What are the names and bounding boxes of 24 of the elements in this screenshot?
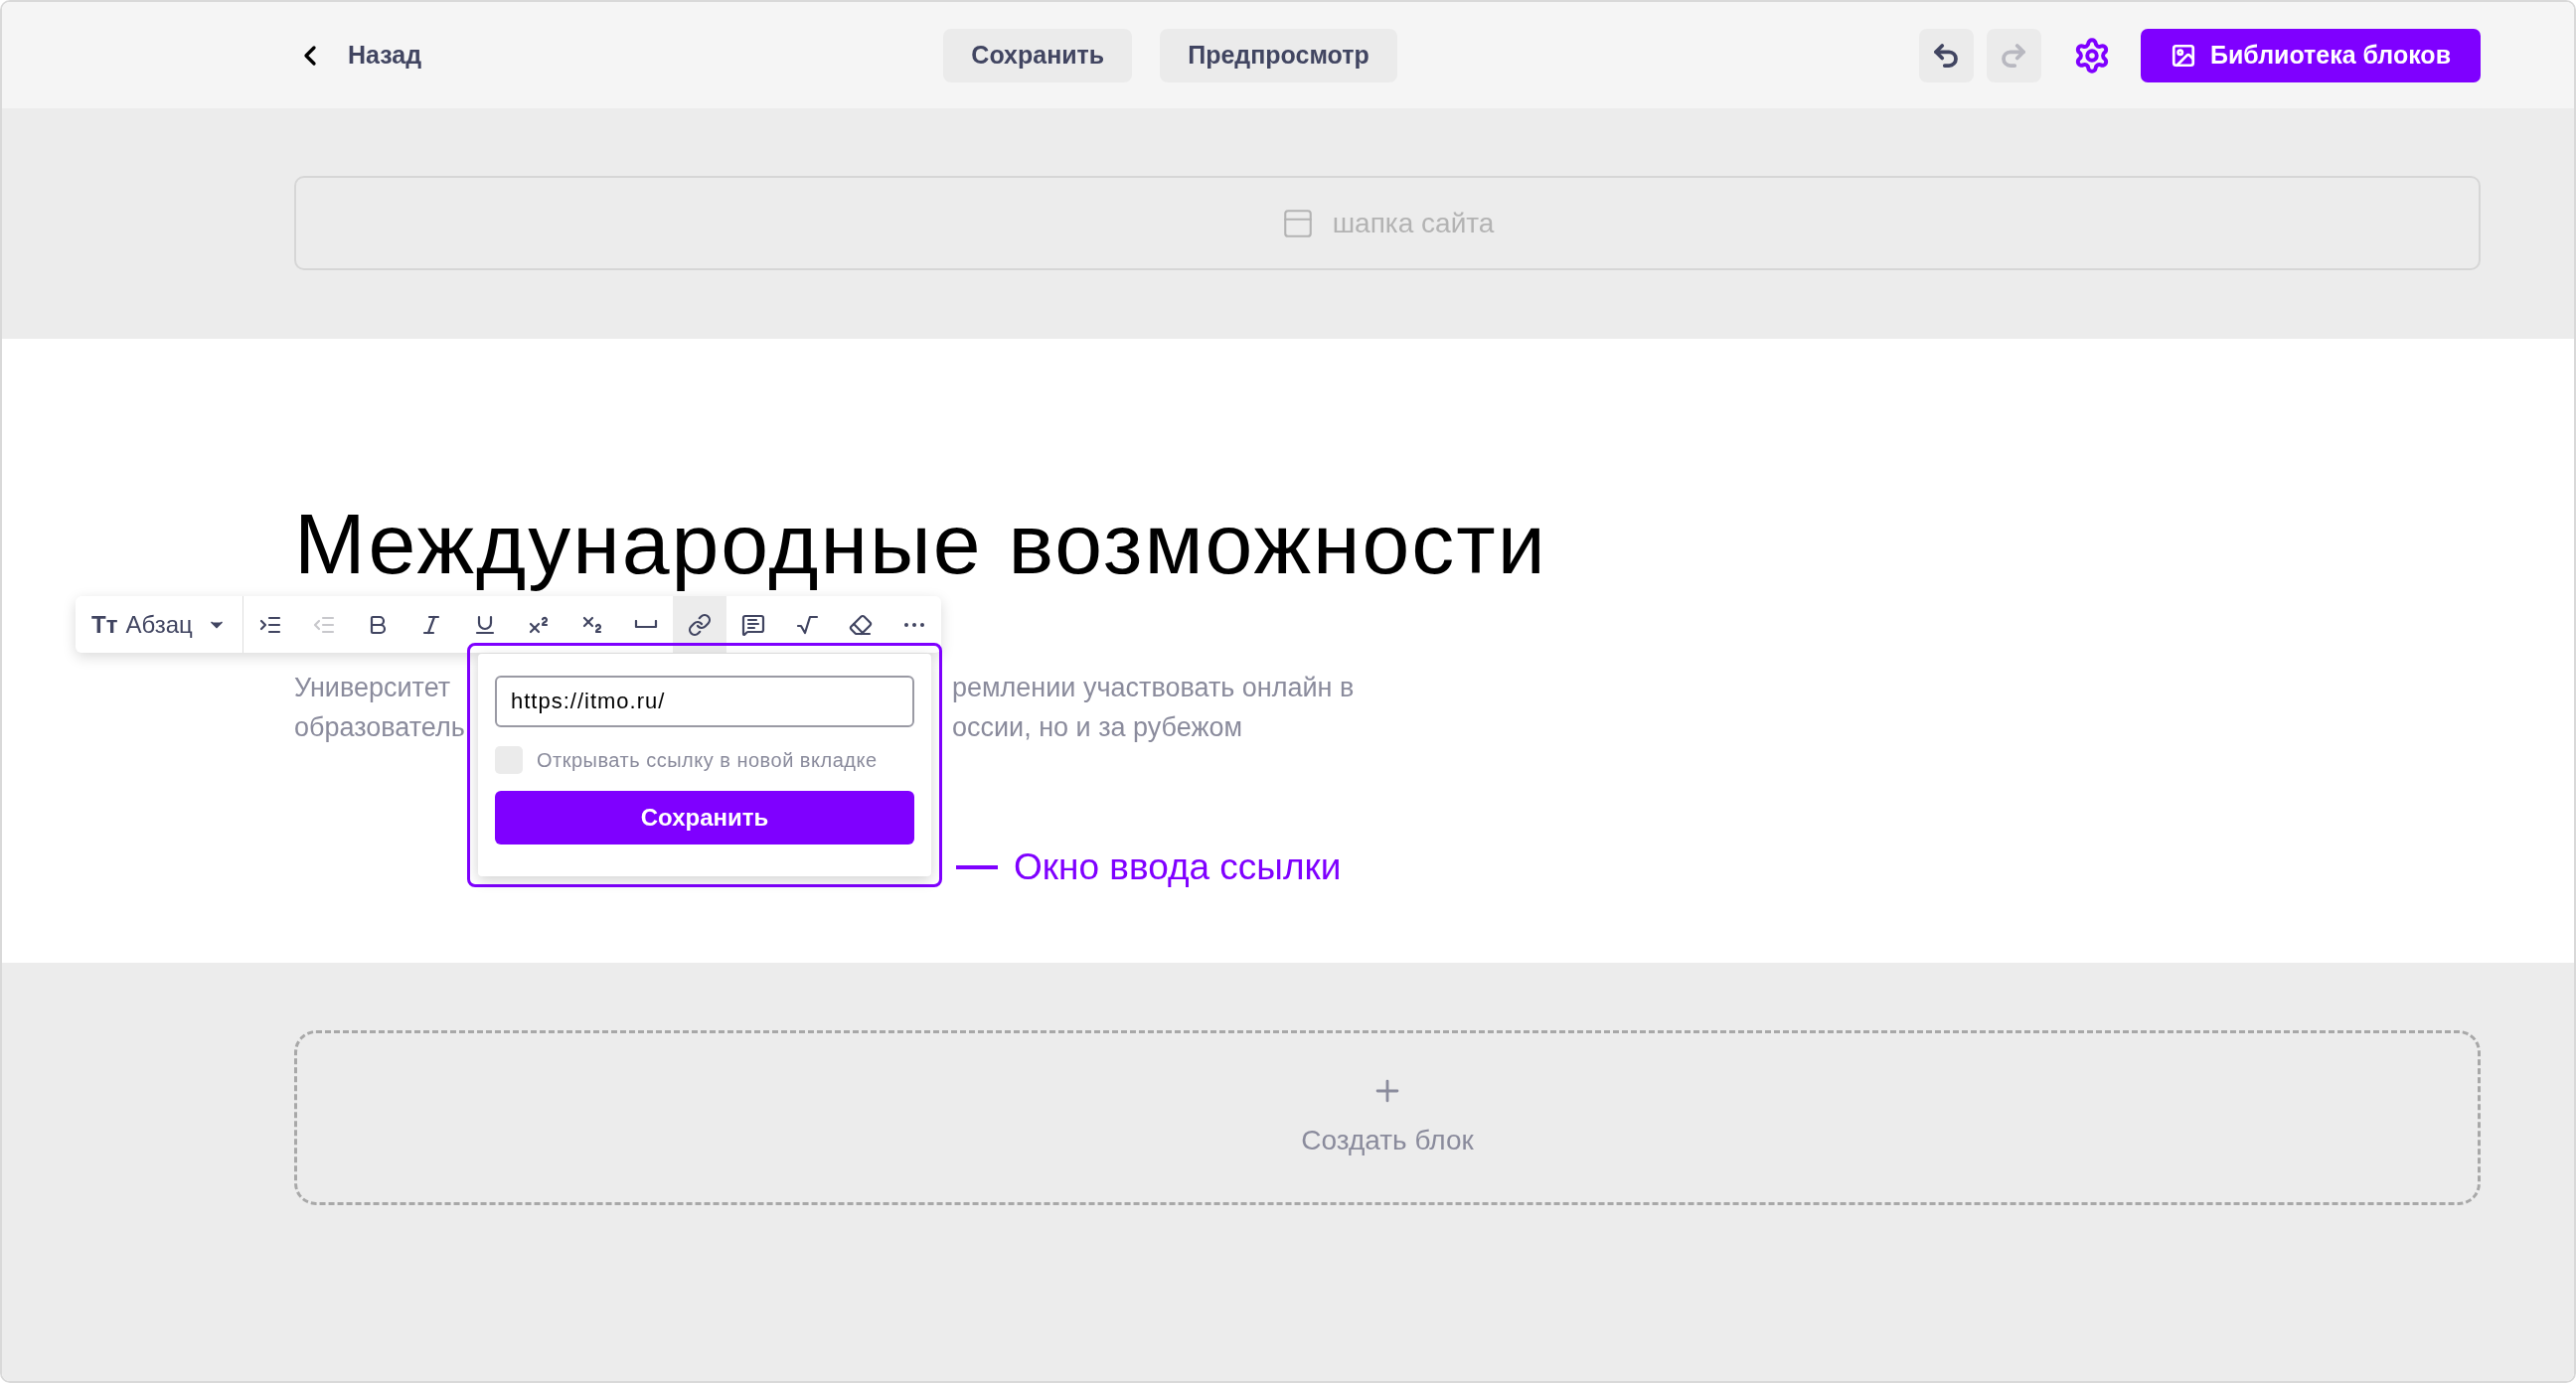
paragraph-style-dropdown[interactable]: Тт Абзац xyxy=(76,596,243,653)
annotation-label: Окно ввода ссылки xyxy=(1014,845,1342,889)
block-library-button[interactable]: Библиотека блоков xyxy=(2141,28,2481,82)
more-icon xyxy=(903,622,924,627)
link-icon xyxy=(687,612,712,637)
eraser-icon xyxy=(848,612,873,637)
comment-icon xyxy=(740,612,765,637)
image-icon xyxy=(2171,42,2196,69)
new-tab-label: Открывать ссылку в новой вкладке xyxy=(537,748,878,773)
back-link[interactable]: Назад xyxy=(294,36,422,75)
paragraph-text: ремлении участвовать онлайн в xyxy=(952,672,1355,704)
paragraph-text: образователь xyxy=(294,711,466,744)
page-title: Международные возможности xyxy=(294,495,1548,593)
settings-icon[interactable] xyxy=(2073,36,2111,75)
save-button[interactable]: Сохранить xyxy=(943,28,1133,82)
preview-button[interactable]: Предпросмотр xyxy=(1160,28,1397,82)
url-field[interactable]: https://itmo.ru/ xyxy=(495,676,914,727)
link-tool[interactable] xyxy=(672,596,726,653)
paragraph-text: Университет xyxy=(294,672,452,704)
save-link-button[interactable]: Сохранить xyxy=(495,791,914,845)
paragraph-text: оссии, но и за рубежом xyxy=(952,711,1243,744)
space-icon xyxy=(633,620,658,629)
site-header-label: шапка сайта xyxy=(1332,206,1495,240)
undo-button[interactable] xyxy=(1919,28,1974,82)
